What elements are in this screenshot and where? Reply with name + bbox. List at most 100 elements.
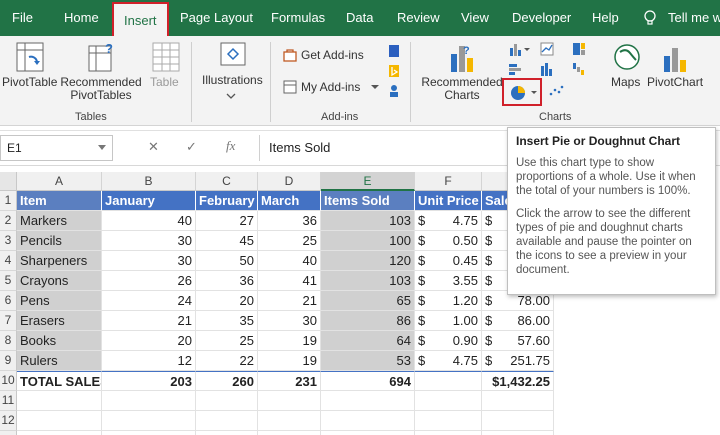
table-cell[interactable]: Books (17, 331, 102, 351)
table-cell[interactable]: $0.45 (415, 251, 482, 271)
bar-chart-icon[interactable] (508, 62, 530, 76)
scatter-chart-icon[interactable] (548, 84, 570, 98)
table-header-cell[interactable]: March (258, 191, 321, 211)
table-cell[interactable]: 40 (102, 211, 196, 231)
illustrations-button[interactable]: Illustrations (202, 74, 263, 87)
line-chart-icon[interactable] (540, 42, 562, 56)
table-cell[interactable]: 25 (196, 331, 258, 351)
row-header[interactable]: 4 (0, 251, 17, 271)
tab-view[interactable]: View (461, 0, 489, 36)
empty-cell[interactable] (17, 431, 102, 435)
empty-cell[interactable] (102, 391, 196, 411)
table-cell[interactable]: 120 (321, 251, 415, 271)
table-cell[interactable]: 20 (196, 291, 258, 311)
pivotchart-button[interactable]: PivotChart (647, 76, 703, 89)
table-cell[interactable]: $1.20 (415, 291, 482, 311)
empty-cell[interactable] (196, 431, 258, 435)
people-graph-icon[interactable] (388, 84, 400, 98)
column-header-a[interactable]: A (17, 172, 102, 191)
pivottable-button[interactable]: PivotTable (2, 76, 57, 89)
tab-formulas[interactable]: Formulas (271, 0, 325, 36)
empty-cell[interactable] (258, 411, 321, 431)
row-header[interactable]: 6 (0, 291, 17, 311)
column-header-b[interactable]: B (102, 172, 196, 191)
table-cell[interactable]: $1.00 (415, 311, 482, 331)
select-all-corner[interactable] (0, 172, 17, 191)
table-cell[interactable]: 25 (258, 231, 321, 251)
row-header[interactable]: 7 (0, 311, 17, 331)
table-header-cell[interactable]: Unit Price (415, 191, 482, 211)
table-cell[interactable]: 30 (258, 311, 321, 331)
recommended-charts-icon[interactable]: ? (449, 40, 477, 74)
table-cell[interactable]: Pencils (17, 231, 102, 251)
table-cell[interactable]: $3.55 (415, 271, 482, 291)
recommended-pivottables-button[interactable]: Recommended PivotTables (60, 76, 142, 102)
table-cell[interactable]: 103 (321, 211, 415, 231)
chevron-down-icon[interactable] (226, 91, 236, 101)
hierarchy-chart-icon[interactable] (572, 42, 594, 56)
table-cell[interactable]: $4.75 (415, 211, 482, 231)
table-cell[interactable]: 231 (258, 371, 321, 391)
my-addins-button[interactable]: My Add-ins (301, 81, 360, 94)
table-cell[interactable]: 26 (102, 271, 196, 291)
insert-function-icon[interactable]: fx (226, 138, 235, 154)
empty-cell[interactable] (102, 411, 196, 431)
tab-review[interactable]: Review (397, 0, 440, 36)
table-cell[interactable]: 260 (196, 371, 258, 391)
empty-cell[interactable] (17, 411, 102, 431)
name-box[interactable]: E1 (0, 135, 113, 161)
table-cell[interactable]: 45 (196, 231, 258, 251)
empty-cell[interactable] (17, 391, 102, 411)
row-header[interactable]: 10 (0, 371, 17, 391)
table-cell[interactable]: $4.75 (415, 351, 482, 371)
column-header-d[interactable]: D (258, 172, 321, 191)
store-icon[interactable] (283, 48, 297, 62)
chevron-down-icon[interactable] (371, 83, 379, 91)
table-cell[interactable]: 19 (258, 351, 321, 371)
empty-cell[interactable] (482, 431, 554, 435)
tab-insert[interactable]: Insert (112, 2, 169, 36)
table-cell[interactable]: 40 (258, 251, 321, 271)
row-header[interactable]: 3 (0, 231, 17, 251)
row-header[interactable]: 8 (0, 331, 17, 351)
row-header[interactable]: 13 (0, 431, 17, 435)
pivotchart-icon[interactable] (662, 40, 692, 74)
table-cell[interactable]: 30 (102, 231, 196, 251)
table-cell[interactable]: 53 (321, 351, 415, 371)
visio-icon[interactable] (388, 44, 400, 58)
table-header-cell[interactable]: February (196, 191, 258, 211)
empty-cell[interactable] (196, 391, 258, 411)
maps-icon[interactable] (612, 42, 642, 72)
table-cell[interactable]: Pens (17, 291, 102, 311)
table-cell[interactable]: 21 (102, 311, 196, 331)
chevron-down-icon[interactable] (98, 145, 106, 151)
table-cell[interactable]: Sharpeners (17, 251, 102, 271)
table-cell[interactable]: $1,432.25 (482, 371, 554, 391)
table-cell[interactable] (415, 371, 482, 391)
table-cell[interactable]: Erasers (17, 311, 102, 331)
empty-cell[interactable] (321, 391, 415, 411)
column-header-c[interactable]: C (196, 172, 258, 191)
pie-chart-button[interactable] (502, 78, 542, 106)
my-addins-icon[interactable] (283, 80, 297, 94)
empty-cell[interactable] (482, 391, 554, 411)
table-header-cell[interactable]: Items Sold (321, 191, 415, 211)
table-cell[interactable]: 36 (196, 271, 258, 291)
bing-maps-icon[interactable] (388, 64, 400, 78)
table-cell[interactable]: 203 (102, 371, 196, 391)
table-cell[interactable]: Rulers (17, 351, 102, 371)
row-header[interactable]: 2 (0, 211, 17, 231)
empty-cell[interactable] (258, 391, 321, 411)
tab-file[interactable]: File (12, 0, 33, 36)
tab-page-layout[interactable]: Page Layout (180, 0, 253, 36)
empty-cell[interactable] (482, 411, 554, 431)
enter-icon[interactable]: ✓ (186, 139, 197, 155)
table-cell[interactable]: 86 (321, 311, 415, 331)
waterfall-chart-icon[interactable] (572, 62, 594, 76)
table-header-cell[interactable]: January (102, 191, 196, 211)
table-cell[interactable]: 30 (102, 251, 196, 271)
row-header[interactable]: 5 (0, 271, 17, 291)
recommended-charts-button[interactable]: Recommended Charts (420, 76, 504, 102)
table-cell[interactable]: 21 (258, 291, 321, 311)
table-cell[interactable]: 103 (321, 271, 415, 291)
